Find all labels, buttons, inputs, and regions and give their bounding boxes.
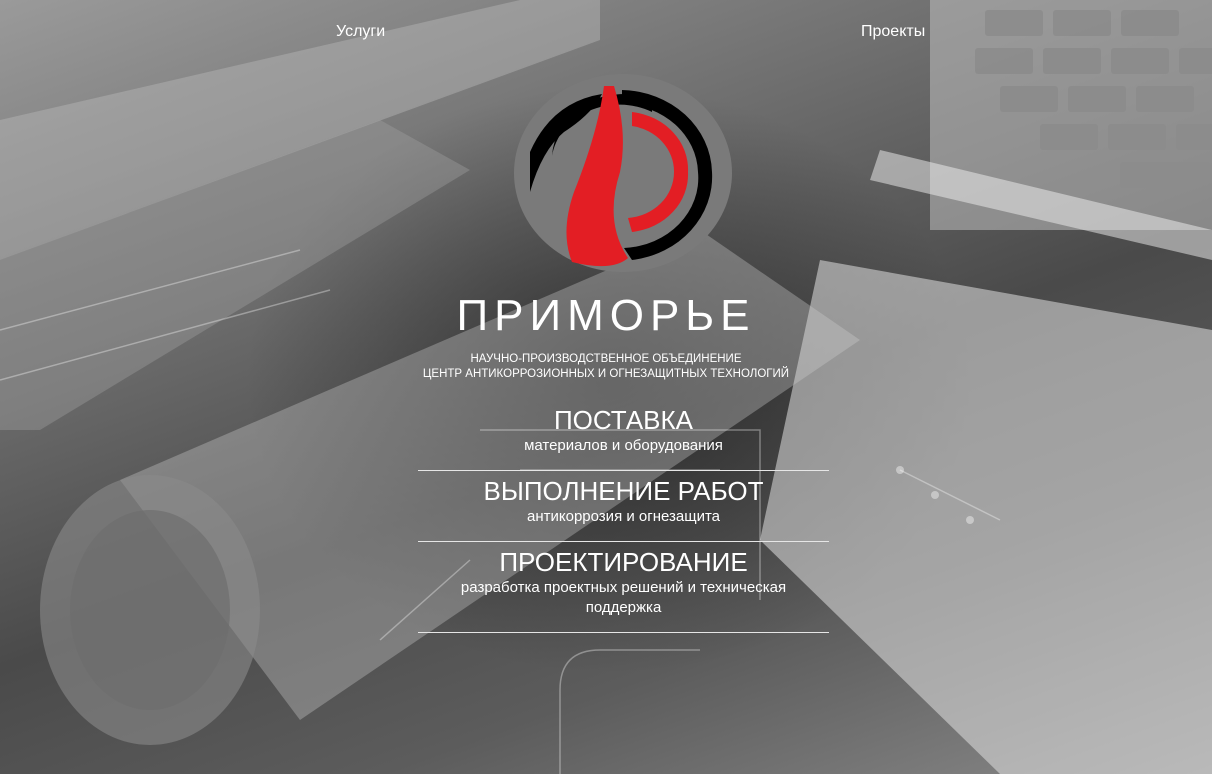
menu-item-subtitle: антикоррозия и огнезащита [527,508,720,525]
tagline-line-1: НАУЧНО-ПРОИЗВОДСТВЕННОЕ ОБЪЕДИНЕНИЕ [470,353,742,365]
menu-item-supply[interactable]: ПОСТАВКА материалов и оборудования [418,404,829,471]
menu-item-works[interactable]: ВЫПОЛНЕНИЕ РАБОТ антикоррозия и огнезащи… [418,471,829,542]
menu-item-title: ПРОЕКТИРОВАНИЕ [499,547,748,577]
brand-tagline: НАУЧНО-ПРОИЗВОДСТВЕННОЕ ОБЪЕДИНЕНИЕ ЦЕНТ… [0,352,1212,382]
tagline-line-2: ЦЕНТР АНТИКОРРОЗИОННЫХ И ОГНЕЗАЩИТНЫХ ТЕ… [422,368,790,380]
nav-link-services[interactable]: Услуги [336,23,385,41]
nav-link-projects[interactable]: Проекты [861,23,925,41]
menu-item-design[interactable]: ПРОЕКТИРОВАНИЕ разработка проектных реше… [418,542,829,633]
services-menu: ПОСТАВКА материалов и оборудования ВЫПОЛ… [418,404,829,633]
menu-item-subtitle: материалов и оборудования [524,437,723,454]
menu-item-title: ПОСТАВКА [553,405,693,435]
menu-item-subtitle: разработка проектных решений и техническ… [460,579,787,616]
menu-item-title: ВЫПОЛНЕНИЕ РАБОТ [483,476,764,506]
company-logo [512,72,734,274]
brand-name: ПРИМОРЬЕ [456,291,756,340]
